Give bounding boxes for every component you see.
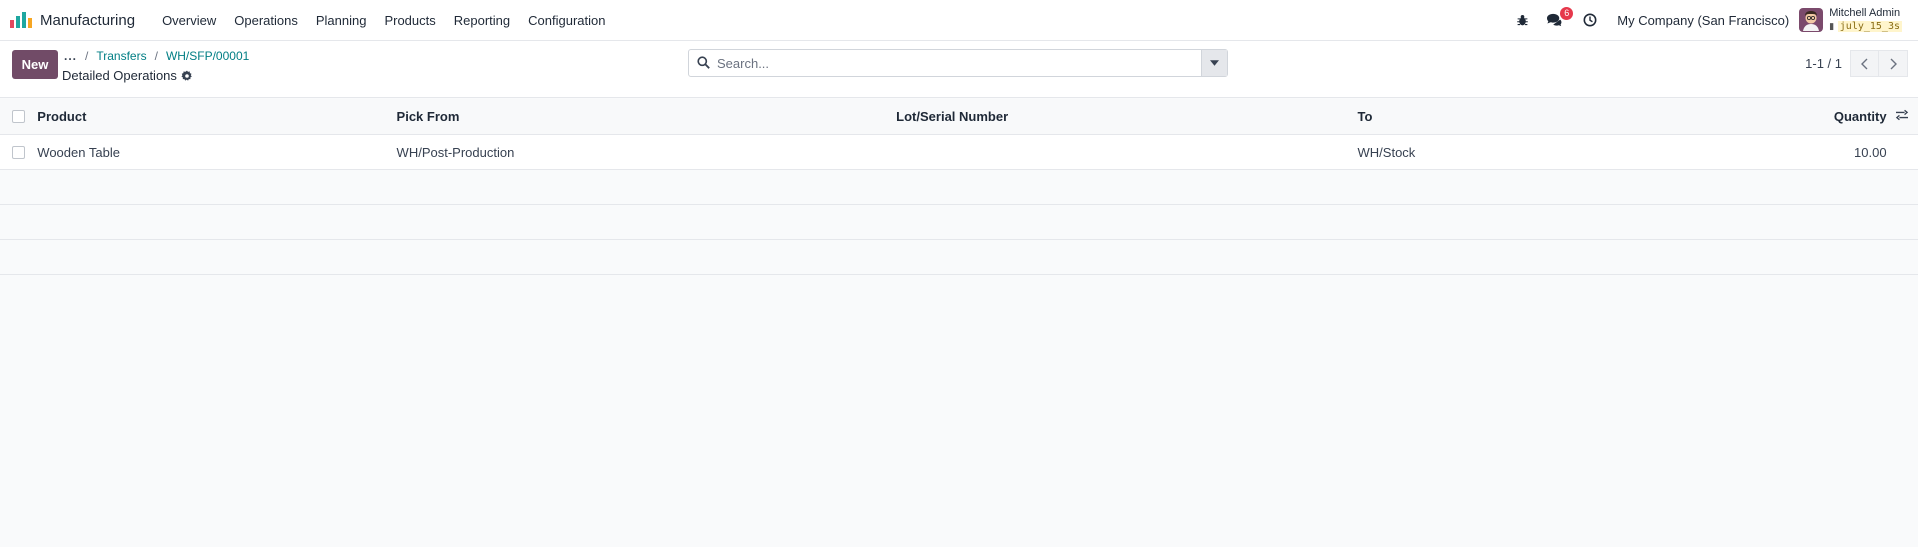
page-title-text: Detailed Operations — [62, 68, 177, 83]
table-header-row: Product Pick From Lot/Serial Number To Q… — [0, 99, 1918, 135]
gear-icon[interactable] — [181, 70, 193, 82]
table-row[interactable]: Wooden Table WH/Post-Production WH/Stock… — [0, 135, 1918, 170]
menu-overview[interactable]: Overview — [153, 0, 225, 41]
pager-value[interactable]: 1-1 / 1 — [1805, 56, 1842, 71]
cell-quantity[interactable]: 10.00 — [1783, 145, 1887, 160]
column-header-product[interactable]: Product — [37, 109, 396, 124]
top-navbar: Manufacturing Overview Operations Planni… — [0, 0, 1918, 41]
column-header-pick-from[interactable]: Pick From — [397, 109, 897, 124]
breadcrumb: ... / Transfers / WH/SFP/00001 — [64, 49, 249, 63]
new-button[interactable]: New — [12, 50, 58, 79]
company-switcher[interactable]: My Company (San Francisco) — [1617, 13, 1789, 28]
caret-down-icon — [1210, 60, 1219, 66]
avatar — [1799, 8, 1824, 32]
empty-row — [0, 205, 1918, 240]
user-name: Mitchell Admin — [1829, 7, 1901, 19]
pager: 1-1 / 1 — [1805, 50, 1908, 77]
operations-table: Product Pick From Lot/Serial Number To Q… — [0, 99, 1918, 275]
systray: 6 My Company (San Francisco) Mitchell Ad… — [1509, 0, 1918, 41]
cell-pick-from[interactable]: WH/Post-Production — [397, 145, 897, 160]
page-title: Detailed Operations — [62, 68, 193, 83]
select-all-checkbox[interactable] — [12, 110, 26, 123]
search-icon — [697, 56, 711, 70]
cell-product[interactable]: Wooden Table — [37, 145, 396, 160]
menu-operations[interactable]: Operations — [225, 0, 307, 41]
empty-row — [0, 240, 1918, 275]
cell-to[interactable]: WH/Stock — [1358, 145, 1783, 160]
chevron-left-icon — [1861, 58, 1868, 69]
database-icon: ▮ — [1829, 21, 1835, 31]
column-header-quantity[interactable]: Quantity — [1783, 109, 1887, 124]
menu-planning[interactable]: Planning — [307, 0, 376, 41]
app-title[interactable]: Manufacturing — [40, 12, 135, 29]
bug-icon[interactable] — [1509, 7, 1535, 33]
breadcrumb-separator: / — [154, 49, 158, 63]
column-header-to[interactable]: To — [1358, 109, 1783, 124]
menu-products[interactable]: Products — [375, 0, 444, 41]
pager-previous-button[interactable] — [1850, 50, 1879, 77]
breadcrumb-transfers[interactable]: Transfers — [96, 49, 146, 63]
menu-reporting[interactable]: Reporting — [445, 0, 519, 41]
messages-icon[interactable]: 6 — [1541, 7, 1574, 33]
empty-row — [0, 170, 1918, 205]
main-menu: Overview Operations Planning Products Re… — [153, 0, 614, 41]
clock-icon[interactable] — [1577, 7, 1603, 33]
user-menu[interactable]: Mitchell Admin ▮ july_15_3s — [1799, 7, 1902, 33]
pager-next-button[interactable] — [1879, 50, 1908, 77]
menu-configuration[interactable]: Configuration — [519, 0, 614, 41]
breadcrumb-collapsed-dots[interactable]: ... — [64, 49, 77, 63]
messages-count-badge: 6 — [1560, 7, 1574, 20]
manufacturing-app-icon[interactable] — [10, 12, 32, 28]
row-checkbox[interactable] — [12, 145, 26, 159]
optional-columns-icon[interactable] — [1895, 109, 1909, 124]
breadcrumb-transfer-ref[interactable]: WH/SFP/00001 — [166, 49, 249, 63]
search-options-toggle[interactable] — [1201, 50, 1227, 76]
search-input[interactable] — [717, 55, 1201, 71]
chevron-right-icon — [1890, 58, 1897, 69]
control-panel: New ... / Transfers / WH/SFP/00001 Detai… — [0, 41, 1918, 98]
search-bar — [688, 49, 1228, 77]
breadcrumb-separator: / — [85, 49, 89, 63]
column-header-lot-serial[interactable]: Lot/Serial Number — [896, 109, 1357, 124]
database-name: ▮ july_15_3s — [1829, 21, 1902, 32]
